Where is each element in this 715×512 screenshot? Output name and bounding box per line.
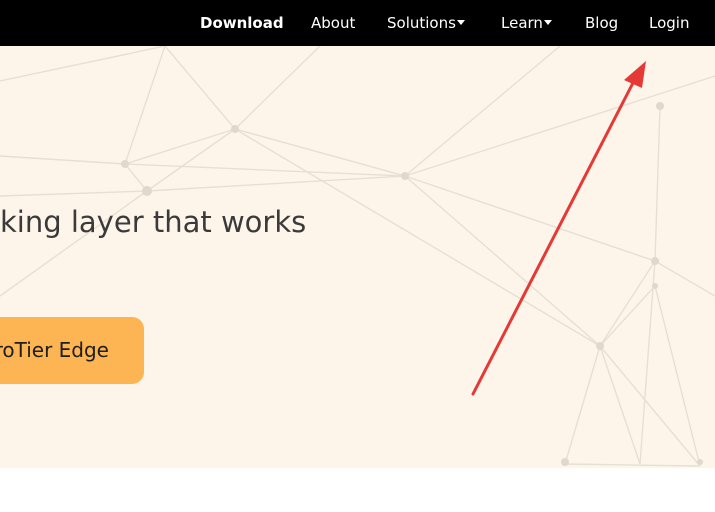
nav-item-about[interactable]: About xyxy=(311,13,355,33)
nav-item-download[interactable]: Download xyxy=(200,13,284,33)
top-navigation-bar: Download About Solutions Learn Blog Logi… xyxy=(0,0,715,46)
nav-item-login[interactable]: Login xyxy=(649,13,689,33)
nav-item-learn[interactable]: Learn xyxy=(501,13,552,33)
nav-item-learn-label: Learn xyxy=(501,14,543,32)
caret-down-icon xyxy=(456,20,465,25)
nav-item-solutions-label: Solutions xyxy=(387,14,456,32)
hero-section: g king layer that works roTier Edge xyxy=(0,46,715,468)
network-background-graphic xyxy=(0,46,715,467)
nav-item-solutions[interactable]: Solutions xyxy=(387,13,465,33)
get-zerotier-edge-button[interactable]: roTier Edge xyxy=(0,317,144,384)
hero-subtitle: king layer that works xyxy=(0,205,307,239)
caret-down-icon xyxy=(543,20,552,25)
nav-item-blog[interactable]: Blog xyxy=(585,13,618,33)
